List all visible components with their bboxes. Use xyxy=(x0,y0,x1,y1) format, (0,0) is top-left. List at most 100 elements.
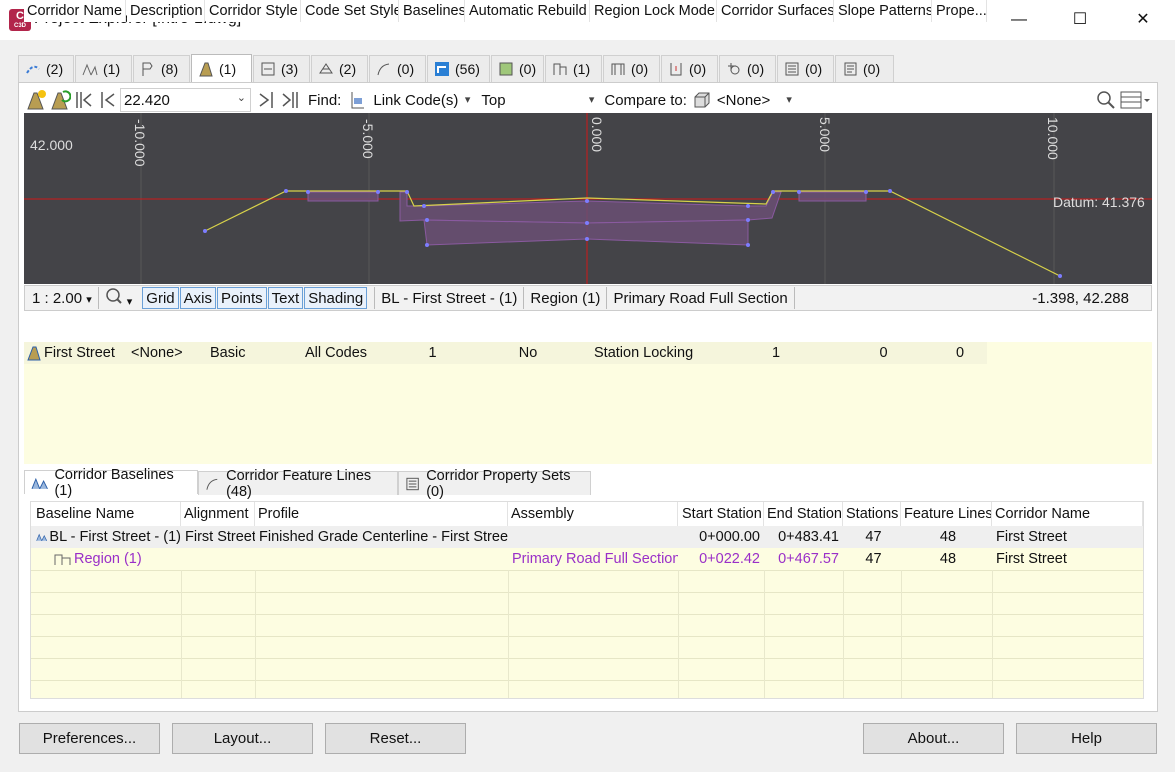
cell-feature-lines: 48 xyxy=(939,551,957,567)
tab-corridors[interactable]: (1) xyxy=(191,54,252,82)
points-toggle[interactable]: Points xyxy=(216,287,267,309)
col-baseline-name[interactable]: Baseline Name xyxy=(31,502,181,526)
col-end-station[interactable]: End Station xyxy=(764,502,843,526)
intersection-icon xyxy=(728,63,740,75)
tab-section-views[interactable]: (0) xyxy=(661,55,718,82)
layout-button[interactable]: Layout... xyxy=(172,723,313,754)
col-corridor-style[interactable]: Corridor Style xyxy=(206,0,301,22)
cell-corridor-name: First Street xyxy=(996,529,1067,545)
col-corridor-name[interactable]: Corridor Name xyxy=(24,0,126,22)
compare-object-icon xyxy=(694,92,710,108)
tab-surfaces[interactable]: (2) xyxy=(311,55,368,82)
station-select[interactable]: 22.420 ⌄ xyxy=(120,88,251,112)
cell-assembly xyxy=(509,526,678,548)
col-corridor-surfaces[interactable]: Corridor Surfaces xyxy=(718,0,834,22)
minimize-icon: — xyxy=(1011,11,1027,28)
section-canvas[interactable]: -10.000 -5.000 0.000 5.000 10.000 42.000… xyxy=(24,113,1152,284)
tab-corridor-baselines[interactable]: Corridor Baselines (1) xyxy=(24,467,198,499)
search-icon[interactable] xyxy=(1095,89,1117,111)
tab-corridor-property-sets[interactable]: Corridor Property Sets (0) xyxy=(398,468,591,500)
find-type-select[interactable]: Link Code(s) ▾ xyxy=(370,88,475,112)
close-icon: ✕ xyxy=(1136,11,1150,28)
col-corridor-name[interactable]: Corridor Name xyxy=(992,502,1143,526)
cell-profile: Finished Grade Centerline - First Street xyxy=(259,529,508,545)
zoom-select[interactable]: ▾ xyxy=(105,287,133,309)
close-button[interactable]: ✕ xyxy=(1120,0,1166,40)
first-station-icon[interactable] xyxy=(73,89,95,111)
col-profile[interactable]: Profile xyxy=(255,502,508,526)
cell-slope-patterns: 0 xyxy=(879,345,888,361)
view-layout-icon[interactable] xyxy=(1119,89,1151,111)
cell-baseline-name: Region (1) xyxy=(74,551,142,567)
sheet-icon xyxy=(844,62,857,76)
caret-down-icon: ▾ xyxy=(786,94,792,106)
help-button[interactable]: Help xyxy=(1016,723,1157,754)
cell-start-station: 0+000.00 xyxy=(699,529,760,545)
cell-start-station: 0+022.42 xyxy=(699,551,760,567)
corridor-rebuild-icon[interactable] xyxy=(49,89,71,111)
previous-station-icon[interactable] xyxy=(97,89,119,111)
tab-feature-lines[interactable]: (0) xyxy=(369,55,426,82)
cell-automatic-rebuild: No xyxy=(518,345,538,361)
tab-sheets[interactable]: (0) xyxy=(835,55,894,82)
col-assembly[interactable]: Assembly xyxy=(508,502,678,526)
col-baselines[interactable]: Baselines xyxy=(400,0,465,22)
maximize-icon: ☐ xyxy=(1072,11,1088,28)
elevation-label: 42.000 xyxy=(30,137,73,153)
caret-down-icon: ▾ xyxy=(126,296,133,308)
section-view-icon xyxy=(670,63,682,76)
caret-down-icon: ▾ xyxy=(588,94,595,106)
tab-corridor-feature-lines[interactable]: Corridor Feature Lines (48) xyxy=(198,468,398,500)
cell-corridor-name: First Street xyxy=(996,551,1067,567)
surface-icon xyxy=(319,63,333,74)
maximize-button[interactable]: ☐ xyxy=(1057,0,1103,40)
tab-alignments[interactable]: (2) xyxy=(18,55,74,82)
tab-profiles[interactable]: (8) xyxy=(133,55,190,82)
tab-parcels[interactable]: (0) xyxy=(491,55,544,82)
zoom-icon xyxy=(106,288,122,304)
col-automatic-rebuild[interactable]: Automatic Rebuild xyxy=(466,0,590,22)
col-description[interactable]: Description xyxy=(127,0,205,22)
corridor-new-icon[interactable] xyxy=(25,89,47,111)
cell-description: <None> xyxy=(131,345,183,361)
col-slope-patterns[interactable]: Slope Patterns xyxy=(835,0,932,22)
compare-select[interactable]: <None> ▾ xyxy=(713,88,796,112)
tab-sample-lines[interactable]: (0) xyxy=(603,55,660,82)
col-stations[interactable]: Stations xyxy=(843,502,901,526)
tab-tables[interactable]: (0) xyxy=(777,55,834,82)
tab-baselines[interactable]: (1) xyxy=(75,55,132,82)
axis-toggle[interactable]: Axis xyxy=(179,287,216,309)
section-viewer[interactable]: -10.000 -5.000 0.000 5.000 10.000 42.000… xyxy=(24,113,1152,284)
tab-subassemblies[interactable]: (1) xyxy=(545,55,602,82)
property-set-icon xyxy=(406,477,419,490)
cell-baselines: 1 xyxy=(428,345,437,361)
scale-select[interactable]: 1 : 2.00 ▾ xyxy=(32,290,92,307)
x-tick-label: -5.000 xyxy=(360,119,376,159)
col-start-station[interactable]: Start Station xyxy=(678,502,764,526)
tab-pipe-networks[interactable]: (56) xyxy=(427,55,490,82)
col-code-set-style[interactable]: Code Set Style xyxy=(302,0,399,22)
cell-alignment xyxy=(182,548,255,570)
text-toggle[interactable]: Text xyxy=(267,287,304,309)
shading-toggle[interactable]: Shading xyxy=(304,287,368,309)
compare-label: Compare to: xyxy=(604,91,687,109)
tab-intersections[interactable]: (0) xyxy=(719,55,776,82)
col-region-lock-mode[interactable]: Region Lock Mode xyxy=(591,0,717,22)
last-station-icon[interactable] xyxy=(279,89,301,111)
next-station-icon[interactable] xyxy=(255,89,277,111)
col-alignment[interactable]: Alignment xyxy=(181,502,255,526)
datum-label: Datum: 41.376 xyxy=(1053,194,1145,210)
minimize-button[interactable]: — xyxy=(996,0,1042,40)
find-code-select[interactable]: Top ▾ xyxy=(478,88,599,112)
baseline-icon xyxy=(31,477,48,489)
sample-line-icon xyxy=(611,63,625,75)
viewer-statusbar: 1 : 2.00 ▾ ▾ Grid Axis Points Text Shadi… xyxy=(24,285,1152,311)
tab-assemblies[interactable]: (3) xyxy=(253,55,310,82)
viewer-toolbar: 22.420 ⌄ Find: Link Code(s) ▾ Top ▾ Compare… xyxy=(24,86,1152,114)
col-feature-lines[interactable]: Feature Lines xyxy=(901,502,992,526)
reset-button[interactable]: Reset... xyxy=(325,723,466,754)
about-button[interactable]: About... xyxy=(863,723,1004,754)
grid-toggle[interactable]: Grid xyxy=(142,287,179,309)
preferences-button[interactable]: Preferences... xyxy=(19,723,160,754)
col-property-sets[interactable]: Prope... xyxy=(933,0,987,22)
